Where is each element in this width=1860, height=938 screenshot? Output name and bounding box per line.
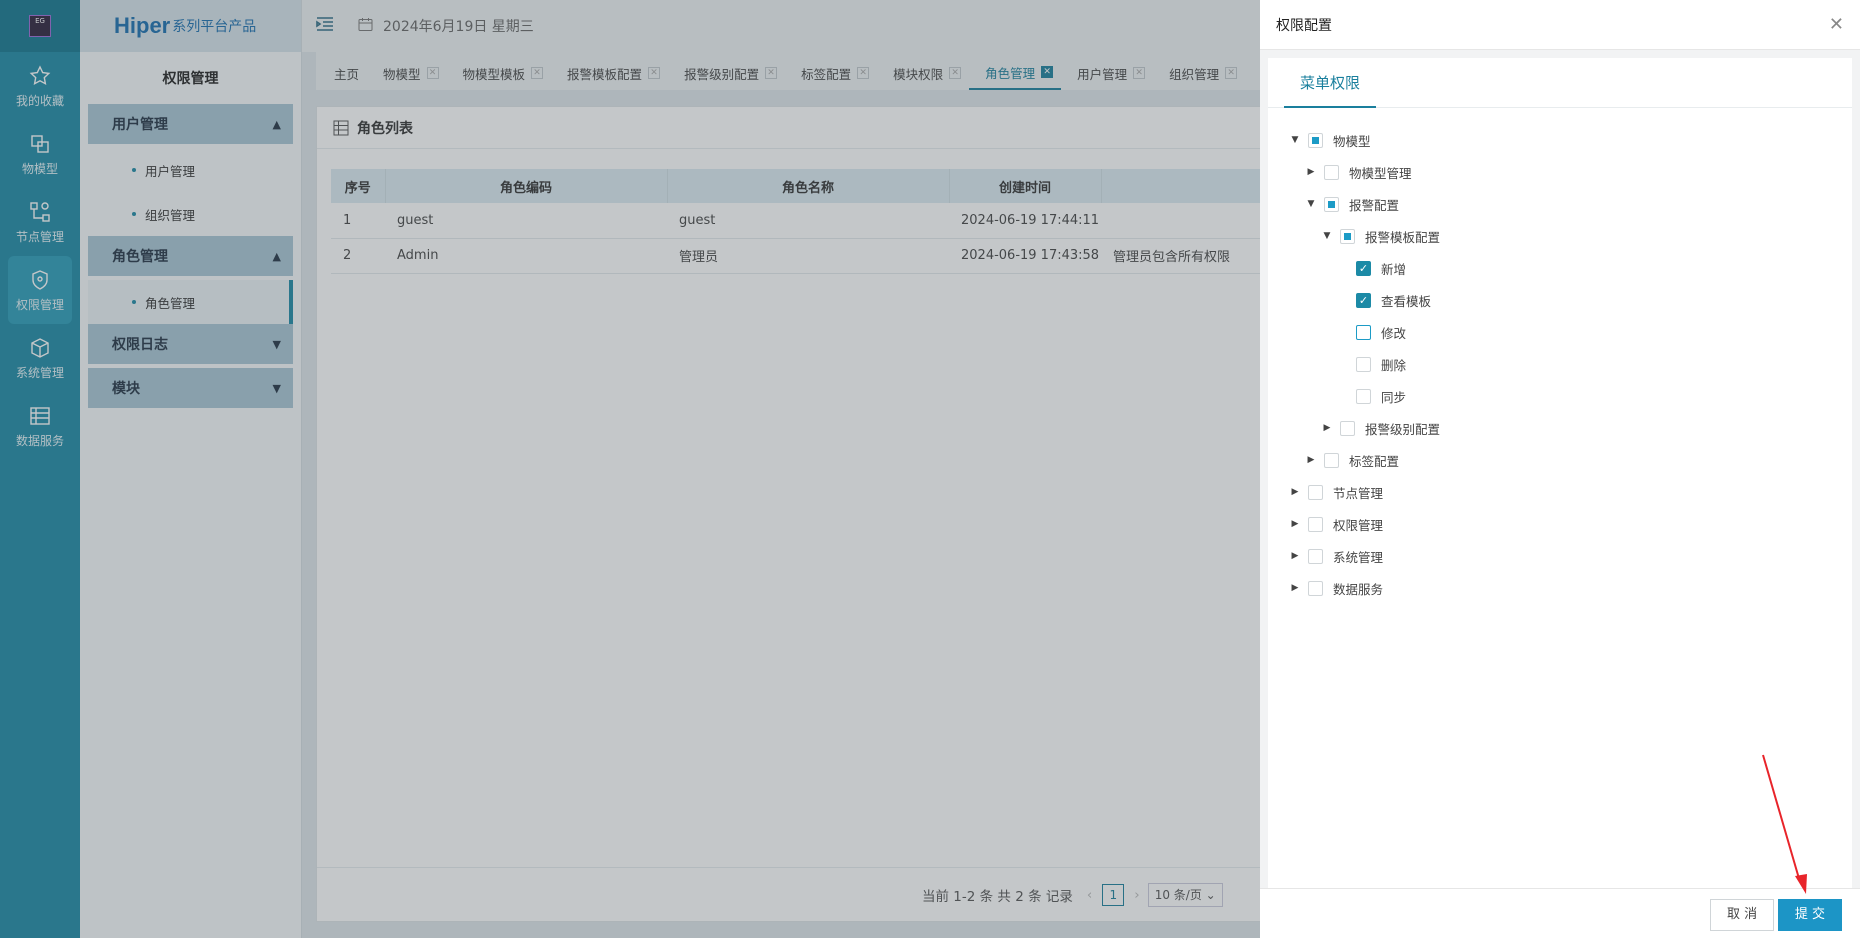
caret-down-icon[interactable]: ▼ (1318, 231, 1336, 241)
drawer-title: 权限配置 (1276, 17, 1332, 34)
tree-node-label: 数据服务 (1333, 581, 1384, 597)
tree-checkbox[interactable] (1356, 388, 1371, 404)
drawer-footer: 取 消 提 交 (1260, 888, 1860, 938)
tree-checkbox[interactable] (1324, 452, 1339, 468)
tree-node-label: 权限管理 (1333, 517, 1384, 533)
tree-node-label: 物模型管理 (1349, 165, 1412, 181)
caret-right-icon[interactable]: ▶ (1302, 167, 1320, 177)
submit-button[interactable]: 提 交 (1778, 899, 1842, 931)
tree-node[interactable]: ▶ ✓ 查看模板 (1268, 284, 1852, 316)
drawer-header: 权限配置 ✕ (1260, 0, 1860, 50)
tree-node[interactable]: ▶ 修改 (1268, 316, 1852, 348)
tree-node[interactable]: ▶ 节点管理 (1268, 476, 1852, 508)
caret-right-icon[interactable]: ▶ (1286, 551, 1304, 561)
tree-node-label: 同步 (1381, 389, 1407, 405)
tree-node[interactable]: ▼ 物模型 (1268, 124, 1852, 156)
tree-node-label: 查看模板 (1381, 293, 1432, 309)
tree-node[interactable]: ▼ 报警模板配置 (1268, 220, 1852, 252)
tree-checkbox[interactable] (1324, 196, 1339, 212)
spacer: ▶ (1334, 295, 1352, 305)
caret-down-icon[interactable]: ▼ (1302, 199, 1320, 209)
app: EG 我的收藏 物模型 节点管理 权限管理 系统管理 数据服务 Hiper 系列平台产品 … (0, 0, 1860, 938)
tree-node-label: 报警模板配置 (1365, 229, 1441, 245)
tree-checkbox[interactable] (1308, 580, 1323, 596)
tree-checkbox[interactable] (1356, 324, 1371, 340)
tree-node[interactable]: ▼ 报警配置 (1268, 188, 1852, 220)
caret-right-icon[interactable]: ▶ (1302, 455, 1320, 465)
tree-node-label: 报警配置 (1349, 197, 1400, 213)
spacer: ▶ (1334, 391, 1352, 401)
drawer-tabs: 菜单权限 (1268, 58, 1852, 108)
tree-checkbox[interactable] (1308, 516, 1323, 532)
tree-node-label: 系统管理 (1333, 549, 1384, 565)
tree-node[interactable]: ▶ ✓ 新增 (1268, 252, 1852, 284)
caret-down-icon[interactable]: ▼ (1286, 135, 1304, 145)
tree-node-label: 修改 (1381, 325, 1407, 341)
tree-node[interactable]: ▶ 权限管理 (1268, 508, 1852, 540)
tree-node-label: 新增 (1381, 261, 1407, 277)
cancel-button[interactable]: 取 消 (1710, 899, 1775, 931)
close-icon[interactable]: ✕ (1829, 14, 1844, 35)
tree-checkbox[interactable] (1308, 484, 1323, 500)
permission-drawer: 权限配置 ✕ 菜单权限 ▼ 物模型 ▶ 物模型管理 ▼ 报警配置 ▼ 报警模板配置 ▶ ✓ 新增 ▶ ✓… (1260, 0, 1860, 938)
tree-node-label: 删除 (1381, 357, 1407, 373)
tree-checkbox[interactable] (1324, 164, 1339, 180)
spacer: ▶ (1334, 263, 1352, 273)
caret-right-icon[interactable]: ▶ (1318, 423, 1336, 433)
tree-checkbox[interactable] (1308, 548, 1323, 564)
caret-right-icon[interactable]: ▶ (1286, 583, 1304, 593)
tab-menu-permission[interactable]: 菜单权限 (1284, 58, 1376, 108)
tree-checkbox[interactable]: ✓ (1356, 292, 1371, 308)
tree-checkbox[interactable] (1340, 228, 1355, 244)
tree-node-label: 报警级别配置 (1365, 421, 1441, 437)
drawer-body: 菜单权限 ▼ 物模型 ▶ 物模型管理 ▼ 报警配置 ▼ 报警模板配置 ▶ ✓ 新增 ▶ ✓ 查看模板 ▶ 修改… (1268, 58, 1852, 888)
spacer: ▶ (1334, 327, 1352, 337)
caret-right-icon[interactable]: ▶ (1286, 487, 1304, 497)
tree-node[interactable]: ▶ 同步 (1268, 380, 1852, 412)
tree-node[interactable]: ▶ 报警级别配置 (1268, 412, 1852, 444)
modal-mask[interactable] (0, 0, 1260, 938)
tree-node-label: 物模型 (1333, 133, 1371, 149)
tree-node[interactable]: ▶ 物模型管理 (1268, 156, 1852, 188)
caret-right-icon[interactable]: ▶ (1286, 519, 1304, 529)
tree-node-label: 标签配置 (1349, 453, 1400, 469)
tree-checkbox[interactable] (1356, 356, 1371, 372)
tree-node[interactable]: ▶ 标签配置 (1268, 444, 1852, 476)
spacer: ▶ (1334, 359, 1352, 369)
tree-checkbox[interactable] (1340, 420, 1355, 436)
permission-tree: ▼ 物模型 ▶ 物模型管理 ▼ 报警配置 ▼ 报警模板配置 ▶ ✓ 新增 ▶ ✓ 查看模板 ▶ 修改 ▶ 删除 ▶ 同… (1268, 124, 1852, 604)
tree-node[interactable]: ▶ 删除 (1268, 348, 1852, 380)
tree-checkbox[interactable]: ✓ (1356, 260, 1371, 276)
tree-node[interactable]: ▶ 数据服务 (1268, 572, 1852, 604)
tree-checkbox[interactable] (1308, 132, 1323, 148)
tree-node[interactable]: ▶ 系统管理 (1268, 540, 1852, 572)
tree-node-label: 节点管理 (1333, 485, 1384, 501)
